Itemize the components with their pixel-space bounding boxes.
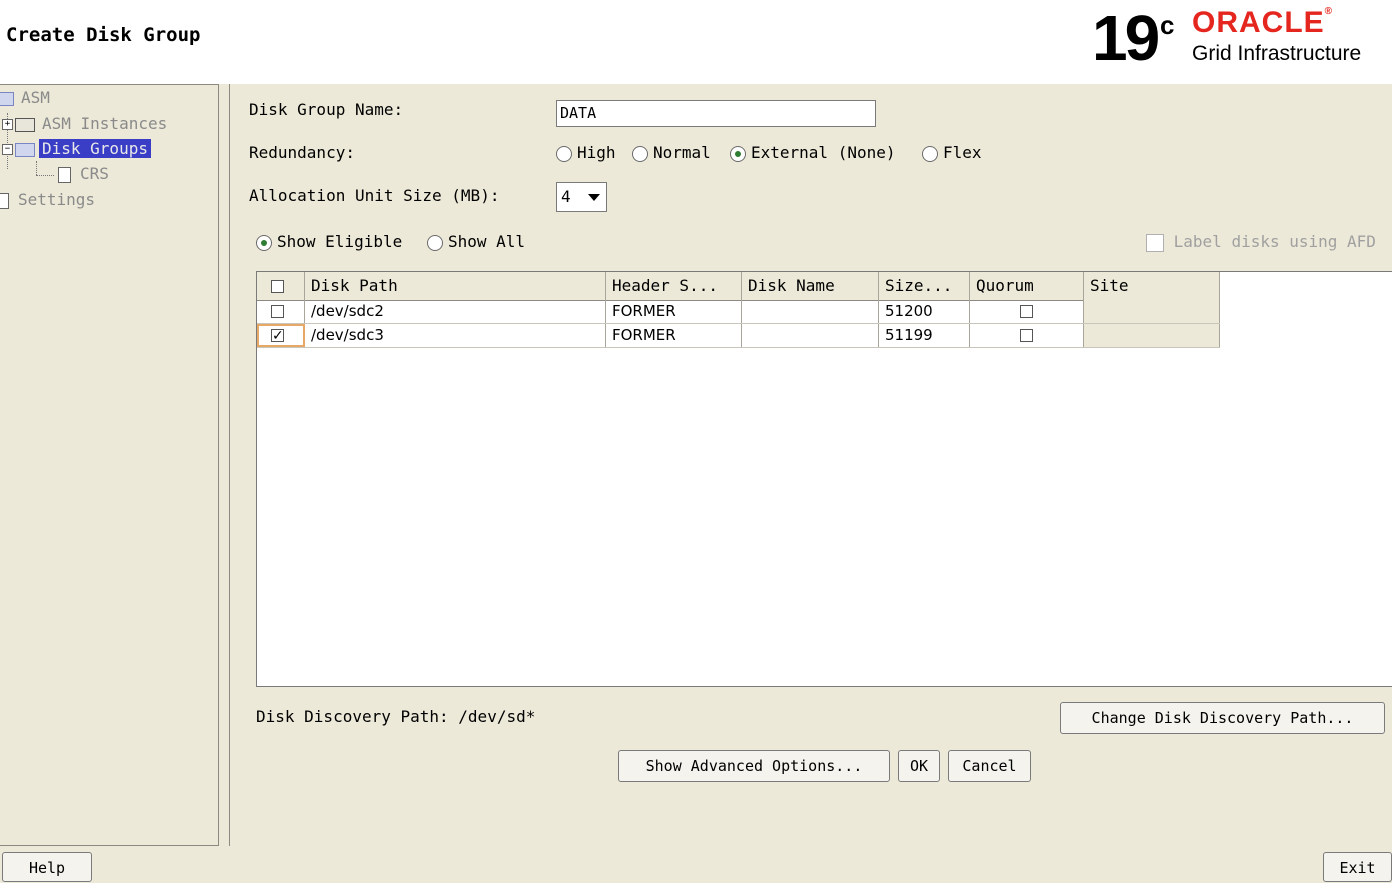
- tree-connector: [36, 161, 37, 175]
- document-icon: [0, 192, 9, 209]
- tree-item-disk-groups[interactable]: − Disk Groups: [2, 138, 151, 160]
- show-all-radio[interactable]: Show All: [427, 232, 525, 251]
- cell-quorum[interactable]: [970, 324, 1084, 347]
- collapse-icon[interactable]: −: [2, 144, 13, 155]
- allocation-unit-select[interactable]: 4: [556, 182, 607, 212]
- cell-header-status: FORMER: [606, 324, 742, 347]
- radio-button[interactable]: [632, 145, 648, 162]
- brand-version: 19: [1092, 2, 1160, 74]
- radio-button-selected[interactable]: [256, 234, 272, 251]
- redundancy-radio-external[interactable]: External (None): [730, 143, 896, 162]
- cell-disk-path: /dev/sdc3: [305, 324, 606, 347]
- col-quorum[interactable]: Quorum: [970, 272, 1084, 300]
- disk-table: Disk Path Header S... Disk Name Size... …: [256, 271, 1392, 687]
- disk-group-name-label: Disk Group Name:: [249, 100, 404, 119]
- radio-button[interactable]: [427, 234, 443, 251]
- select-all-checkbox[interactable]: [271, 280, 284, 293]
- select-all-header[interactable]: [257, 272, 305, 300]
- tree-item-crs[interactable]: CRS: [58, 163, 112, 185]
- brand-oracle: ORACLE®: [1192, 6, 1334, 39]
- help-button[interactable]: Help: [2, 852, 92, 882]
- ok-button[interactable]: OK: [898, 750, 940, 782]
- col-header-status[interactable]: Header S...: [606, 272, 742, 300]
- radio-button[interactable]: [556, 145, 572, 162]
- panel-divider: [229, 84, 230, 846]
- allocation-unit-label: Allocation Unit Size (MB):: [249, 186, 500, 205]
- quorum-checkbox[interactable]: [1020, 305, 1033, 318]
- table-header: Disk Path Header S... Disk Name Size... …: [257, 272, 1220, 301]
- cell-size: 51200: [879, 300, 970, 323]
- row-select-cell[interactable]: [257, 324, 305, 347]
- cell-site: [1084, 324, 1220, 347]
- label-disks-afd-checkbox[interactable]: Label disks using AFD: [1146, 232, 1376, 252]
- folder-open-icon: [0, 91, 14, 106]
- radio-button-selected[interactable]: [730, 145, 746, 162]
- cell-quorum[interactable]: [970, 300, 1084, 323]
- redundancy-radio-high[interactable]: High: [556, 143, 616, 162]
- cell-site: [1084, 300, 1220, 323]
- change-discovery-path-button[interactable]: Change Disk Discovery Path...: [1060, 702, 1385, 734]
- tree-item-asm-instances[interactable]: + ASM Instances: [2, 113, 170, 135]
- col-site[interactable]: Site: [1084, 272, 1220, 300]
- allocation-unit-value: 4: [561, 187, 571, 206]
- cell-disk-name: [742, 324, 879, 347]
- row-checkbox[interactable]: [271, 305, 284, 318]
- tree-item-settings[interactable]: Settings: [0, 189, 98, 211]
- show-eligible-radio[interactable]: Show Eligible: [256, 232, 402, 251]
- redundancy-label: Redundancy:: [249, 143, 355, 162]
- tree-item-asm[interactable]: ASM: [0, 87, 53, 109]
- brand-product: Grid Infrastructure: [1192, 42, 1362, 65]
- col-disk-path[interactable]: Disk Path: [305, 272, 606, 300]
- document-icon: [58, 166, 71, 183]
- brand-version-suffix: c: [1160, 10, 1175, 40]
- radio-button[interactable]: [922, 145, 938, 162]
- table-row[interactable]: /dev/sdc3 FORMER 51199: [257, 324, 1220, 348]
- disk-group-name-input[interactable]: DATA: [556, 100, 876, 127]
- table-row[interactable]: /dev/sdc2 FORMER 51200: [257, 300, 1220, 324]
- header-bar: Create Disk Group 19 c ORACLE® Grid Infr…: [0, 0, 1392, 84]
- page-title: Create Disk Group: [6, 24, 201, 46]
- folder-open-icon: [15, 142, 35, 157]
- redundancy-radio-flex[interactable]: Flex: [922, 143, 982, 162]
- cell-disk-path: /dev/sdc2: [305, 300, 606, 323]
- folder-icon: [15, 117, 35, 132]
- col-size[interactable]: Size...: [879, 272, 970, 300]
- col-disk-name[interactable]: Disk Name: [742, 272, 879, 300]
- checkbox-disabled[interactable]: [1146, 233, 1164, 252]
- row-select-cell[interactable]: [257, 300, 305, 323]
- cell-header-status: FORMER: [606, 300, 742, 323]
- redundancy-radio-normal[interactable]: Normal: [632, 143, 711, 162]
- tree-connector: [36, 175, 54, 176]
- show-advanced-options-button[interactable]: Show Advanced Options...: [618, 750, 890, 782]
- dropdown-arrow-icon[interactable]: [588, 194, 600, 201]
- row-checkbox-checked[interactable]: [271, 325, 284, 347]
- disk-discovery-path-label: Disk Discovery Path: /dev/sd*: [256, 707, 536, 726]
- cell-disk-name: [742, 300, 879, 323]
- cell-size: 51199: [879, 324, 970, 347]
- cancel-button[interactable]: Cancel: [948, 750, 1031, 782]
- navigation-tree: ASM + ASM Instances − Disk Groups CRS Sett…: [0, 84, 219, 846]
- expand-icon[interactable]: +: [2, 119, 13, 130]
- exit-button[interactable]: Exit: [1323, 852, 1392, 882]
- quorum-checkbox[interactable]: [1020, 329, 1033, 342]
